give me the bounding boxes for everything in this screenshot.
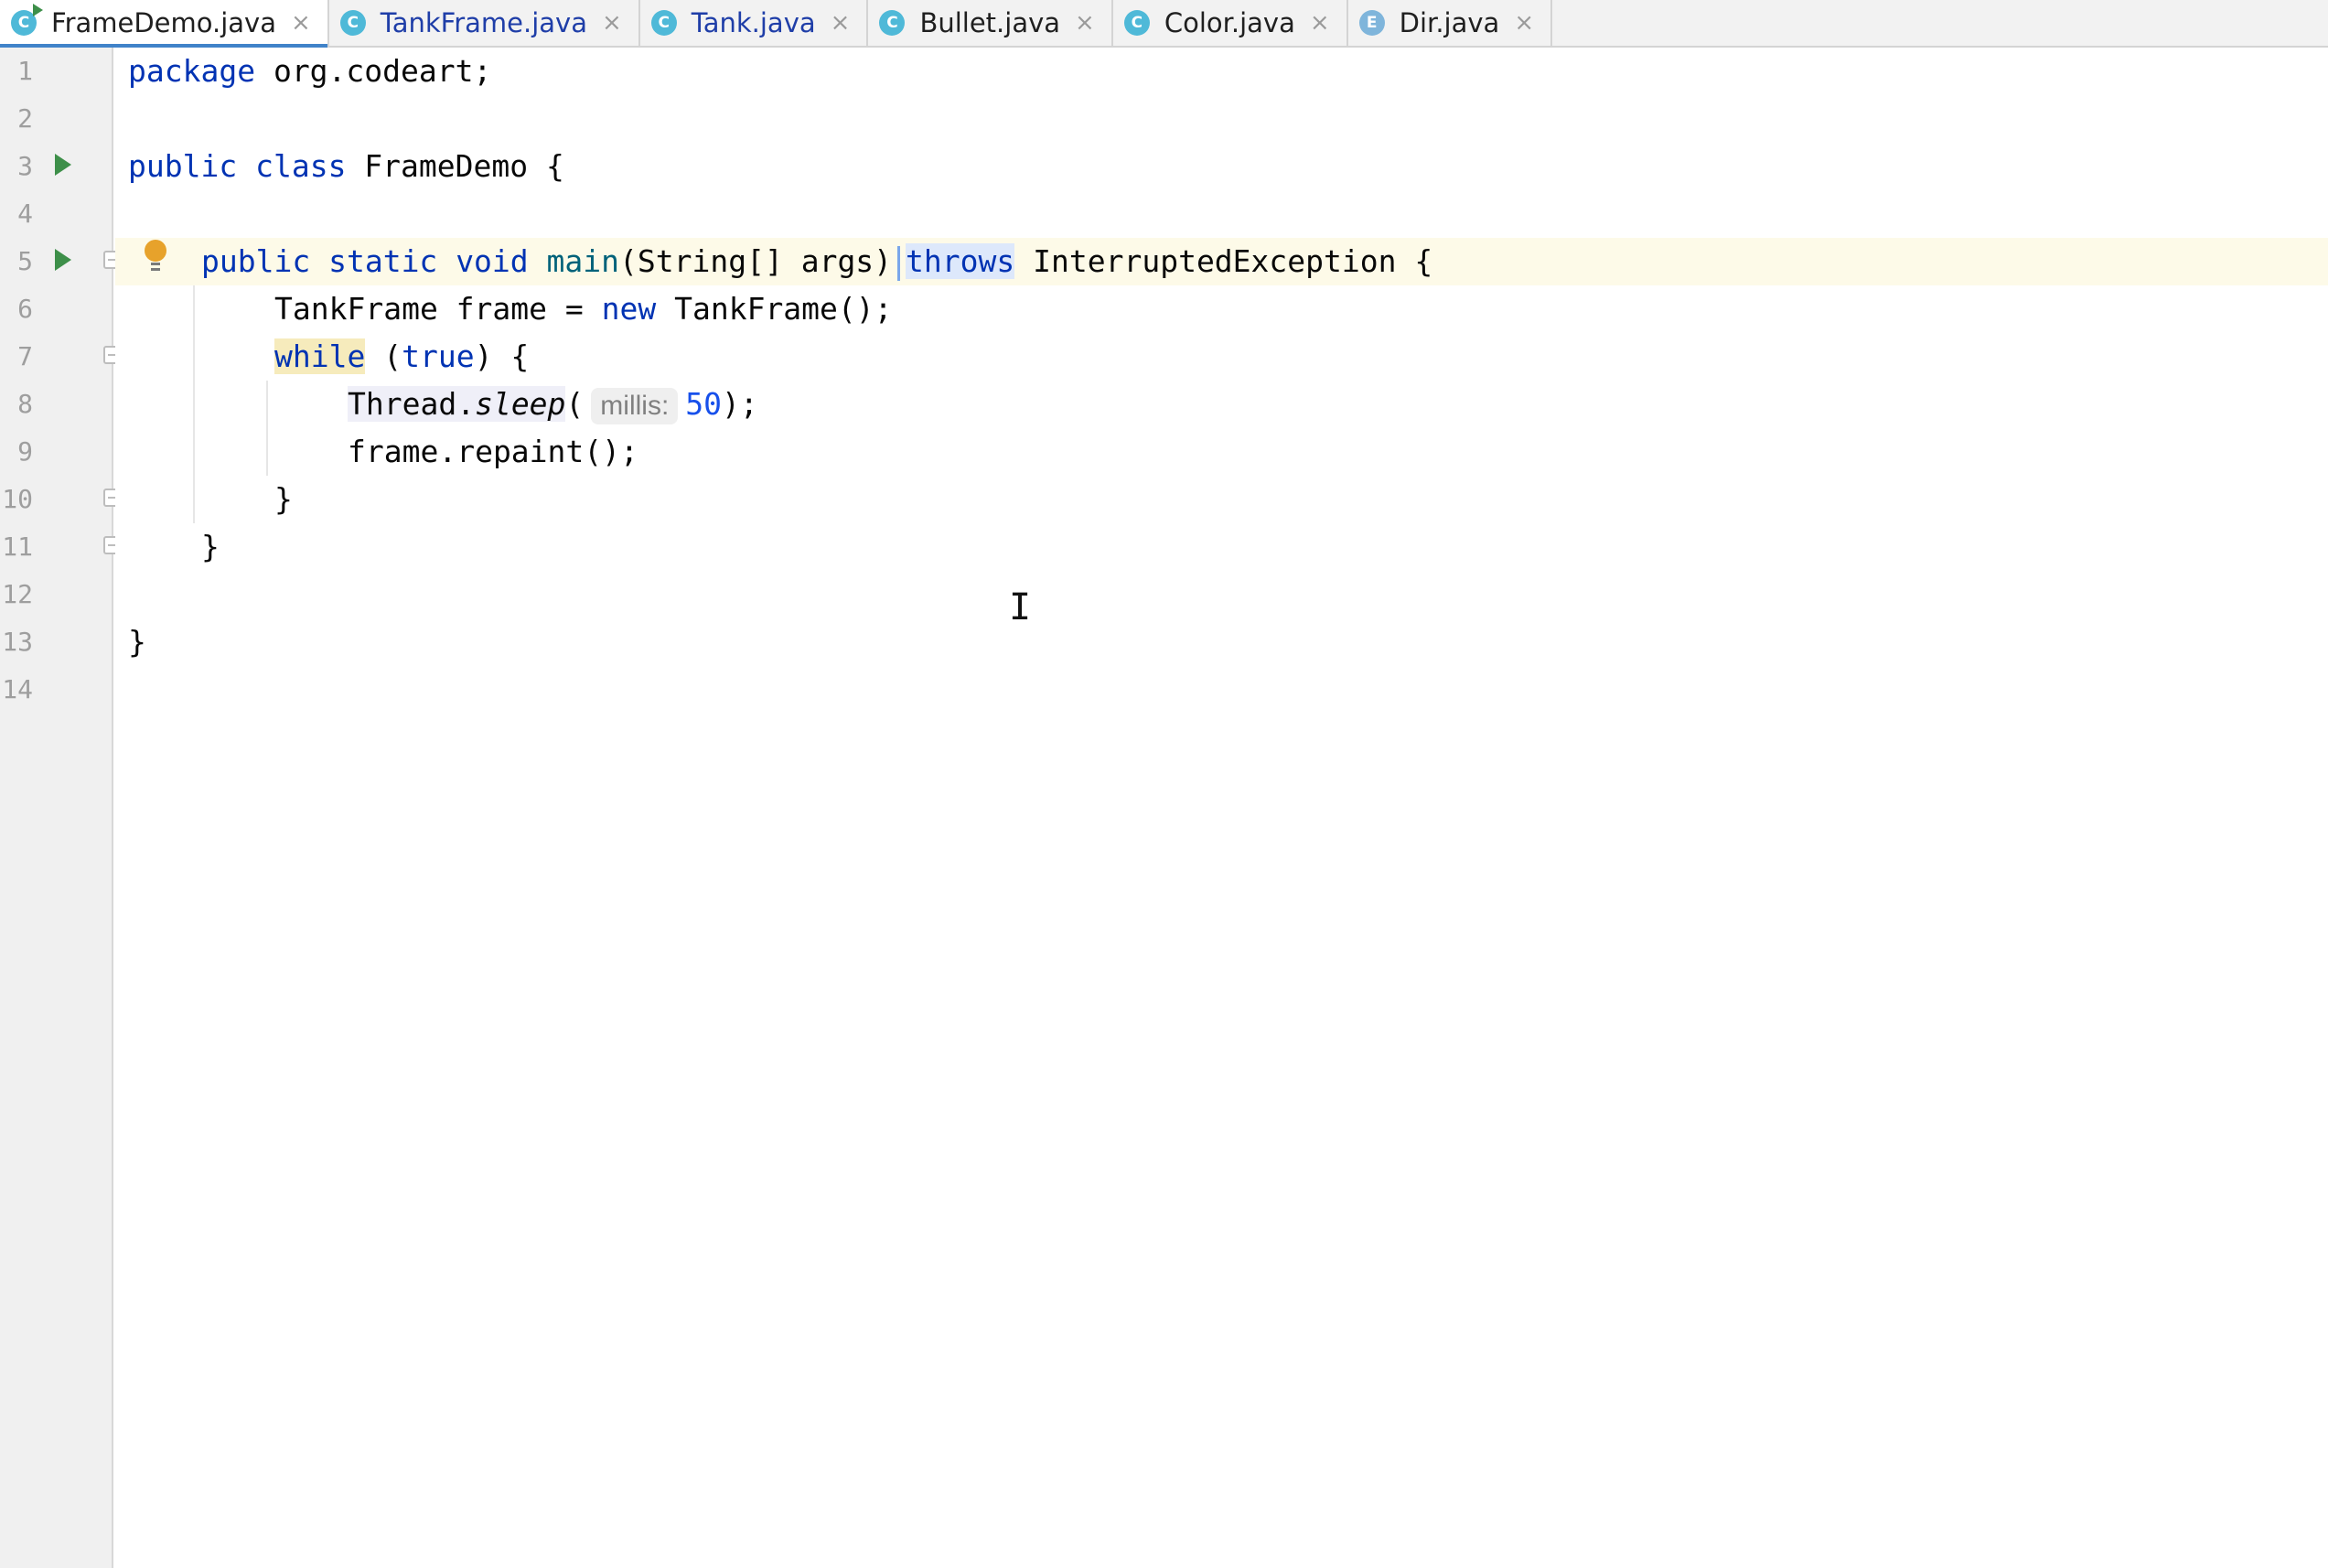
indent-guide	[266, 381, 268, 476]
indent-guide	[193, 285, 195, 523]
tab-tankframe[interactable]: C TankFrame.java ×	[329, 0, 640, 46]
tab-label: FrameDemo.java	[51, 7, 276, 38]
line-number: 10	[2, 484, 33, 514]
line-number: 8	[17, 389, 33, 419]
tab-label: Bullet.java	[919, 7, 1061, 38]
tab-color[interactable]: C Color.java ×	[1113, 0, 1348, 46]
tab-label: TankFrame.java	[380, 7, 587, 38]
code-line-3: public class FrameDemo {	[128, 148, 564, 184]
code-editor[interactable]: package org.codeart; public class FrameD…	[115, 48, 2328, 1568]
parameter-hint: millis:	[591, 388, 679, 424]
run-badge-icon	[33, 4, 43, 16]
close-icon[interactable]: ×	[1514, 11, 1534, 35]
class-icon: C	[650, 10, 677, 36]
tab-label: Dir.java	[1399, 7, 1500, 38]
close-icon[interactable]: ×	[1075, 11, 1095, 35]
code-line-11: }	[201, 529, 220, 564]
line-number: 11	[2, 532, 33, 562]
line-number: 9	[17, 436, 33, 467]
code-line-13: }	[128, 624, 146, 660]
tab-framedemo[interactable]: C FrameDemo.java ×	[0, 0, 329, 48]
line-number: 1	[17, 56, 33, 86]
tab-bullet[interactable]: C Bullet.java ×	[868, 0, 1113, 46]
run-main-icon[interactable]	[55, 249, 71, 271]
enum-icon: E	[1358, 10, 1385, 36]
class-icon: C	[11, 4, 43, 36]
line-number: 5	[17, 246, 33, 276]
line-number: 2	[17, 103, 33, 134]
run-class-icon[interactable]	[55, 154, 71, 176]
code-line-5: public static void main(String[] args) th…	[201, 243, 1433, 281]
line-number: 12	[2, 579, 33, 609]
line-number: 3	[17, 151, 33, 181]
line-number: 4	[17, 199, 33, 229]
code-line-7: while (true) {	[274, 338, 530, 374]
tab-label: Color.java	[1164, 7, 1295, 38]
text-cursor-icon: I	[1009, 586, 1032, 628]
code-line-9: frame.repaint();	[348, 434, 638, 469]
editor-gutter: 1 2 3 4 5 6 7 8 9 10 11 12 13 14	[0, 48, 122, 1568]
code-line-10: }	[274, 481, 293, 517]
class-icon: C	[879, 10, 906, 36]
close-icon[interactable]: ×	[831, 11, 851, 35]
line-number: 13	[2, 627, 33, 657]
close-icon[interactable]: ×	[602, 11, 622, 35]
intention-bulb-icon[interactable]	[143, 240, 168, 276]
tab-tank[interactable]: C Tank.java ×	[640, 0, 869, 46]
line-number: 14	[2, 674, 33, 704]
code-line-6: TankFrame frame = new TankFrame();	[274, 291, 893, 327]
class-icon: C	[1123, 10, 1150, 36]
tab-dir[interactable]: E Dir.java ×	[1348, 0, 1553, 46]
code-line-8: Thread.sleep(millis: 50);	[348, 381, 758, 428]
text-caret	[897, 245, 901, 281]
code-line-1: package org.codeart;	[128, 53, 492, 89]
tab-label: Tank.java	[691, 7, 816, 38]
line-number: 7	[17, 341, 33, 371]
close-icon[interactable]: ×	[1310, 11, 1330, 35]
editor-tab-bar: C FrameDemo.java × C TankFrame.java × C …	[0, 0, 2328, 48]
line-number: 6	[17, 294, 33, 324]
class-icon: C	[339, 10, 366, 36]
close-icon[interactable]: ×	[291, 11, 311, 35]
